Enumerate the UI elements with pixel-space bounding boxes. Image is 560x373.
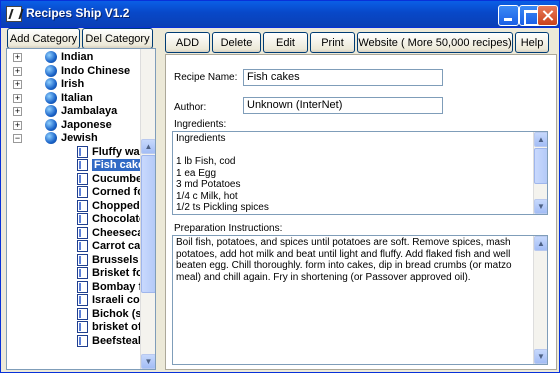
recipe-book-icon	[77, 267, 88, 279]
add-button[interactable]: ADD	[165, 32, 210, 53]
tree-category-label: Indian	[61, 51, 94, 63]
tree-category-label: Irish	[61, 78, 85, 90]
recipe-name-label: Recipe Name:	[174, 72, 238, 83]
ingredients-text: Ingredients 1 lb Fish, cod 1 ea Egg 3 md Po…	[176, 133, 528, 214]
ingredient-line: 1 lb Fish, cod	[176, 156, 236, 167]
recipe-name-input[interactable]: Fish cakes	[243, 69, 443, 86]
expand-icon[interactable]: +	[13, 80, 22, 89]
expand-icon[interactable]: +	[13, 66, 22, 76]
category-tree[interactable]: + Indian + Indo Chinese + Irish + Italian + Jamba…	[6, 48, 156, 370]
recipe-form: Recipe Name: Fish cakes Author: Unknown …	[165, 54, 557, 370]
scroll-up-arrow-icon[interactable]: ▲	[534, 236, 547, 251]
scroll-thumb[interactable]	[141, 155, 155, 293]
ingredient-line: 1 ea Egg	[176, 167, 217, 179]
recipe-book-icon	[77, 226, 88, 239]
window-title: Recipes Ship V1.2	[26, 6, 130, 20]
scroll-up-arrow-icon[interactable]: ▲	[534, 132, 547, 147]
expand-icon[interactable]: +	[13, 107, 22, 116]
tree-category-label: Japonese	[61, 118, 112, 131]
instructions-textarea[interactable]: Boil fish, potatoes, and spices until po…	[172, 235, 548, 365]
scroll-down-arrow-icon[interactable]: ▼	[534, 349, 547, 364]
scroll-up-arrow-icon[interactable]: ▲	[141, 139, 155, 154]
scroll-down-arrow-icon[interactable]: ▼	[141, 354, 155, 369]
tree-recipe-label: Fluffy wal	[92, 145, 143, 158]
tree-recipe-label: Cheesecal	[92, 226, 147, 239]
recipe-book-icon	[77, 172, 88, 185]
minimize-button[interactable]	[498, 5, 519, 26]
tree-category-label: Jambalaya	[61, 105, 118, 117]
ingredient-line	[176, 145, 528, 157]
tree-recipe-label: Carrot ca	[92, 240, 141, 252]
scroll-thumb[interactable]	[534, 148, 547, 184]
del-category-button[interactable]: Del Category	[82, 28, 153, 49]
ingredient-line: Ingredients	[176, 133, 226, 144]
recipe-book-icon	[77, 321, 88, 333]
ingredient-line: 3 md Potatoes	[176, 179, 241, 190]
globe-icon	[45, 105, 57, 117]
ingredients-scrollbar[interactable]: ▲ ▼	[533, 132, 547, 214]
tree-recipe-label: Israeli co	[92, 294, 140, 306]
tree-recipe-label: Fish cake	[92, 159, 147, 171]
tree-recipe-label: Cucumbe	[92, 172, 143, 185]
recipe-book-icon	[77, 280, 88, 293]
expand-icon[interactable]: +	[13, 120, 22, 130]
tree-scrollbar[interactable]: ▲ ▼	[140, 49, 155, 369]
help-button[interactable]: Help	[515, 32, 549, 53]
tree-recipe-label: Chocolate	[92, 213, 146, 225]
print-button[interactable]: Print	[310, 32, 355, 53]
edit-button[interactable]: Edit	[263, 32, 308, 53]
instructions-text: Boil fish, potatoes, and spices until po…	[176, 237, 512, 283]
tree-recipe-label: Beefsteal	[92, 334, 141, 347]
globe-icon	[45, 78, 57, 90]
recipe-book-icon	[77, 213, 88, 225]
recipe-book-icon	[77, 240, 88, 252]
expand-icon[interactable]: +	[13, 93, 22, 103]
instructions-scrollbar[interactable]: ▲ ▼	[533, 236, 547, 364]
author-input[interactable]: Unknown (InterNet)	[243, 97, 443, 114]
tree-recipe-label: Bichok (s	[92, 307, 142, 320]
recipe-book-icon	[77, 186, 88, 198]
globe-icon	[45, 51, 57, 63]
author-label: Author:	[174, 102, 207, 113]
tree-recipe-label: Brussels :	[92, 253, 146, 266]
recipe-book-icon	[77, 253, 88, 266]
recipe-book-icon	[77, 145, 88, 158]
ingredient-line: 1/4 c Milk, hot	[176, 190, 238, 202]
recipe-book-icon	[77, 159, 88, 171]
add-category-button[interactable]: Add Category	[7, 28, 80, 49]
globe-icon	[45, 132, 57, 144]
tree-category-label: Italian	[61, 91, 93, 104]
tree-recipe-label: brisket of	[92, 321, 142, 333]
tree-recipe-label: Brisket fo	[92, 267, 143, 279]
globe-icon	[45, 64, 57, 77]
website-button[interactable]: Website ( More 50,000 recipes)	[357, 32, 513, 53]
app-icon	[6, 6, 22, 22]
app-window: Recipes Ship V1.2 Add Category Del Categ…	[0, 0, 560, 373]
tree-recipe-label: Corned fc	[92, 186, 144, 198]
recipe-book-icon	[77, 334, 88, 347]
expand-icon[interactable]: +	[13, 53, 22, 62]
ingredients-label: Ingredients:	[174, 119, 227, 130]
globe-icon	[45, 118, 57, 131]
ingredient-line: 1/2 ts Pickling spices	[176, 202, 269, 213]
recipe-book-icon	[77, 294, 88, 306]
recipe-book-icon	[77, 307, 88, 320]
instructions-label: Preparation Instructions:	[174, 223, 283, 234]
scroll-down-arrow-icon[interactable]: ▼	[534, 199, 547, 214]
collapse-icon[interactable]: −	[13, 134, 22, 143]
tree-category-label: Jewish	[61, 132, 98, 144]
close-button[interactable]	[537, 5, 558, 26]
tree-recipe-label: Chopped	[92, 199, 140, 212]
delete-button[interactable]: Delete	[212, 32, 261, 53]
recipe-book-icon	[77, 199, 88, 212]
tree-recipe-label: Bombay f	[92, 280, 143, 293]
tree-category-label: Indo Chinese	[61, 64, 131, 77]
globe-icon	[45, 91, 57, 104]
ingredients-textarea[interactable]: Ingredients 1 lb Fish, cod 1 ea Egg 3 md Po…	[172, 131, 548, 215]
title-bar[interactable]: Recipes Ship V1.2	[1, 1, 559, 28]
